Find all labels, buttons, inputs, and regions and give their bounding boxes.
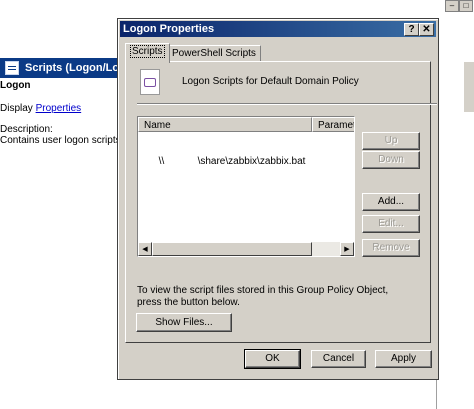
bg-right-pane	[436, 44, 474, 409]
ok-button[interactable]: OK	[244, 349, 301, 369]
column-parameters[interactable]: Parameters	[312, 117, 354, 132]
close-icon: ✕	[422, 24, 431, 35]
column-name[interactable]: Name	[138, 117, 312, 132]
help-icon: ?	[408, 24, 415, 35]
scripts-heading: Logon Scripts for Default Domain Policy	[182, 76, 359, 87]
down-button[interactable]: Down	[362, 151, 420, 169]
tab-scripts-label: Scripts	[130, 45, 165, 58]
dialog-titlebar[interactable]: Logon Properties ? ✕	[120, 21, 436, 37]
up-button[interactable]: Up	[362, 132, 420, 150]
tab-powershell-label: PowerShell Scripts	[172, 48, 256, 59]
bg-description-label: Description:	[0, 124, 53, 135]
edit-button[interactable]: Edit...	[362, 215, 420, 233]
bg-display-line: Display Properties	[0, 103, 81, 114]
scripts-list[interactable]: Name Parameters \\ \share\zabbix\zabbix.…	[137, 116, 355, 257]
horizontal-scrollbar[interactable]: ◀ ▶	[138, 242, 354, 256]
bg-scrollbar[interactable]	[463, 62, 474, 112]
bg-display-label: Display	[0, 103, 33, 114]
help-button[interactable]: ?	[404, 23, 419, 36]
properties-link[interactable]: Properties	[36, 103, 82, 114]
add-button[interactable]: Add...	[362, 193, 420, 211]
show-files-info: To view the script files stored in this …	[137, 285, 389, 308]
scroll-thumb[interactable]	[152, 242, 312, 256]
bg-section-title: Logon	[0, 80, 31, 91]
list-header: Name Parameters	[138, 117, 354, 132]
tab-scripts[interactable]: Scripts	[125, 43, 170, 63]
heading-divider	[137, 103, 437, 105]
cancel-button[interactable]: Cancel	[311, 350, 366, 368]
apply-button[interactable]: Apply	[375, 350, 432, 368]
bg-scripts-header: Scripts (Logon/Logoff)	[0, 58, 128, 78]
dialog-title: Logon Properties	[123, 23, 215, 35]
remove-button[interactable]: Remove	[362, 239, 420, 257]
bg-description-text: Contains user logon scripts.	[0, 135, 124, 146]
close-button[interactable]: ✕	[419, 23, 434, 36]
tab-powershell-scripts[interactable]: PowerShell Scripts	[167, 45, 261, 62]
script-file-icon	[140, 69, 160, 95]
script-document-icon	[5, 61, 19, 75]
bg-minimize-button[interactable]: –	[445, 0, 459, 12]
scroll-right-arrow-icon[interactable]: ▶	[340, 242, 354, 256]
scroll-left-arrow-icon[interactable]: ◀	[138, 242, 152, 256]
script-path: \\ \share\zabbix\zabbix.bat	[158, 156, 306, 167]
list-item[interactable]: \\ \share\zabbix\zabbix.bat	[142, 145, 306, 189]
bg-maximize-button[interactable]: □	[459, 0, 473, 12]
show-files-button[interactable]: Show Files...	[136, 313, 232, 332]
logon-properties-dialog: Logon Properties ? ✕ Scripts PowerShell …	[117, 18, 439, 380]
bg-header-title: Scripts (Logon/Logoff)	[25, 62, 128, 74]
